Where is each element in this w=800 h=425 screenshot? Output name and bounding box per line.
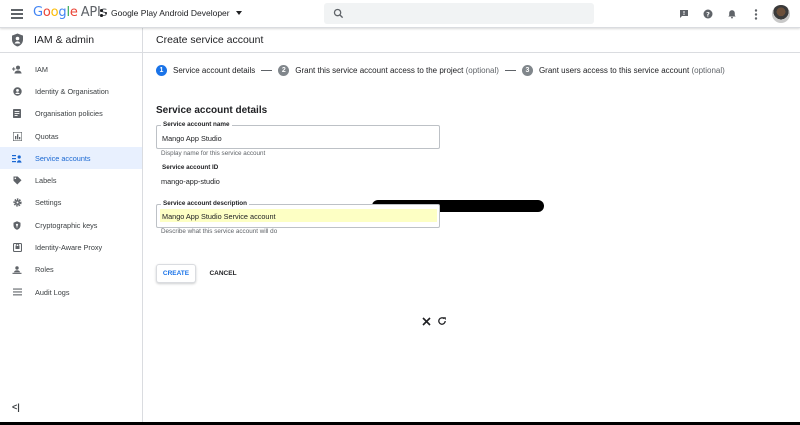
id-actions bbox=[417, 314, 449, 328]
sidebar-item-label: Audit Logs bbox=[35, 287, 70, 297]
account-circle-icon bbox=[12, 86, 22, 96]
sidebar-header: IAM & admin bbox=[0, 28, 142, 53]
shield-icon bbox=[12, 33, 23, 47]
list-icon bbox=[12, 287, 22, 297]
help-icon[interactable]: ? bbox=[698, 4, 718, 24]
step-separator bbox=[261, 70, 273, 71]
quota-chart-icon bbox=[12, 131, 22, 141]
menu-icon[interactable] bbox=[10, 7, 24, 21]
clear-icon[interactable] bbox=[419, 314, 433, 328]
svg-text:?: ? bbox=[706, 10, 710, 18]
sidebar-item-identity-organisation[interactable]: Identity & Organisation bbox=[0, 80, 142, 102]
sidebar-item-service-accounts[interactable]: Service accounts bbox=[0, 147, 142, 170]
service-account-description-field[interactable]: Service account description Mango App St… bbox=[156, 200, 440, 228]
sidebar-item-label: IAM bbox=[35, 64, 48, 74]
sidebar-item-cryptographic-keys[interactable]: Cryptographic keys bbox=[0, 214, 142, 236]
sidebar-item-iam[interactable]: IAM bbox=[0, 58, 142, 80]
step-separator bbox=[504, 70, 516, 71]
more-icon[interactable] bbox=[746, 4, 766, 24]
step-2-optional: (optional) bbox=[465, 66, 499, 75]
field-label: Service account name bbox=[161, 121, 232, 128]
sidebar-item-label: Labels bbox=[35, 176, 57, 186]
project-selector[interactable]: Google Play Android Developer bbox=[100, 8, 242, 18]
step-2-label[interactable]: Grant this service account access to the… bbox=[295, 66, 463, 75]
sidebar-item-settings[interactable]: Settings bbox=[0, 192, 142, 214]
dropdown-icon bbox=[235, 11, 242, 15]
sidebar-nav: IAM Identity & Organisation Organisation… bbox=[0, 53, 142, 303]
sidebar-item-label: Cryptographic keys bbox=[35, 220, 98, 230]
top-bar: Google APIs Google Play Android Developer… bbox=[0, 0, 800, 28]
app-window: Google APIs Google Play Android Developer… bbox=[0, 0, 800, 425]
field-value[interactable]: mango-app-studio bbox=[161, 177, 220, 186]
cancel-button[interactable]: CANCEL bbox=[203, 264, 243, 283]
step-1-number: 1 bbox=[156, 65, 167, 76]
project-name: Google Play Android Developer bbox=[111, 8, 230, 18]
search-icon bbox=[333, 8, 344, 19]
sidebar-item-label: Identity & Organisation bbox=[35, 86, 109, 96]
policy-doc-icon bbox=[12, 109, 22, 119]
sidebar-item-label: Organisation policies bbox=[35, 109, 103, 119]
sidebar-item-labels[interactable]: Labels bbox=[0, 169, 142, 191]
refresh-icon[interactable] bbox=[435, 314, 449, 328]
step-3-number: 3 bbox=[521, 65, 533, 76]
sidebar-item-label: Quotas bbox=[35, 131, 59, 141]
field-value[interactable]: Mango App Studio bbox=[162, 134, 222, 143]
step-2-number: 2 bbox=[278, 65, 290, 76]
label-icon bbox=[12, 176, 22, 186]
sidebar-item-label: Roles bbox=[35, 265, 54, 275]
collapse-sidebar-button[interactable]: <| bbox=[12, 402, 20, 412]
sidebar-item-audit-logs[interactable]: Audit Logs bbox=[0, 281, 142, 303]
search-input[interactable] bbox=[324, 3, 594, 24]
section-title: Service account details bbox=[156, 105, 268, 116]
sidebar-item-identity-aware-proxy[interactable]: Identity-Aware Proxy bbox=[0, 236, 142, 258]
field-hint: Describe what this service account will … bbox=[161, 228, 278, 235]
main-content: Create service account 1 Service account… bbox=[143, 28, 800, 422]
step-1-label[interactable]: Service account details bbox=[173, 66, 255, 75]
sidebar-item-label: Settings bbox=[35, 198, 62, 208]
sidebar-item-roles[interactable]: Roles bbox=[0, 259, 142, 281]
step-3-label[interactable]: Grant users access to this service accou… bbox=[539, 66, 689, 75]
field-value[interactable]: Mango App Studio Service account bbox=[160, 209, 437, 222]
page-title: Create service account bbox=[143, 28, 800, 53]
field-label: Service account description bbox=[161, 200, 249, 207]
sidebar-title: IAM & admin bbox=[34, 34, 95, 46]
notifications-icon[interactable] bbox=[722, 4, 742, 24]
avatar[interactable] bbox=[772, 5, 790, 23]
person-add-icon bbox=[12, 64, 22, 74]
step-3-optional: (optional) bbox=[691, 66, 725, 75]
stepper: 1 Service account details 2 Grant this s… bbox=[156, 65, 725, 76]
google-apis-logo[interactable]: Google APIs bbox=[33, 5, 107, 20]
sidebar-item-quotas[interactable]: Quotas bbox=[0, 125, 142, 147]
sidebar: IAM & admin IAM Identity & Organisation … bbox=[0, 28, 143, 422]
shield-key-icon bbox=[12, 220, 22, 230]
field-hint: Display name for this service account bbox=[161, 150, 266, 157]
sidebar-item-label: Identity-Aware Proxy bbox=[35, 243, 103, 253]
service-account-name-field[interactable]: Service account name Mango App Studio bbox=[156, 121, 440, 149]
feedback-icon[interactable] bbox=[674, 4, 694, 24]
service-account-icon bbox=[12, 153, 22, 163]
gear-icon bbox=[12, 198, 22, 208]
top-icons: ? bbox=[670, 4, 790, 24]
service-account-id-field[interactable]: Service account ID mango-app-studio bbox=[156, 164, 446, 326]
proxy-icon bbox=[12, 243, 22, 253]
sidebar-item-label: Service accounts bbox=[35, 153, 91, 163]
roles-icon bbox=[12, 265, 22, 275]
create-button[interactable]: CREATE bbox=[156, 264, 196, 283]
field-label: Service account ID bbox=[160, 164, 221, 171]
project-icon bbox=[100, 9, 108, 17]
sidebar-item-organisation-policies[interactable]: Organisation policies bbox=[0, 103, 142, 125]
